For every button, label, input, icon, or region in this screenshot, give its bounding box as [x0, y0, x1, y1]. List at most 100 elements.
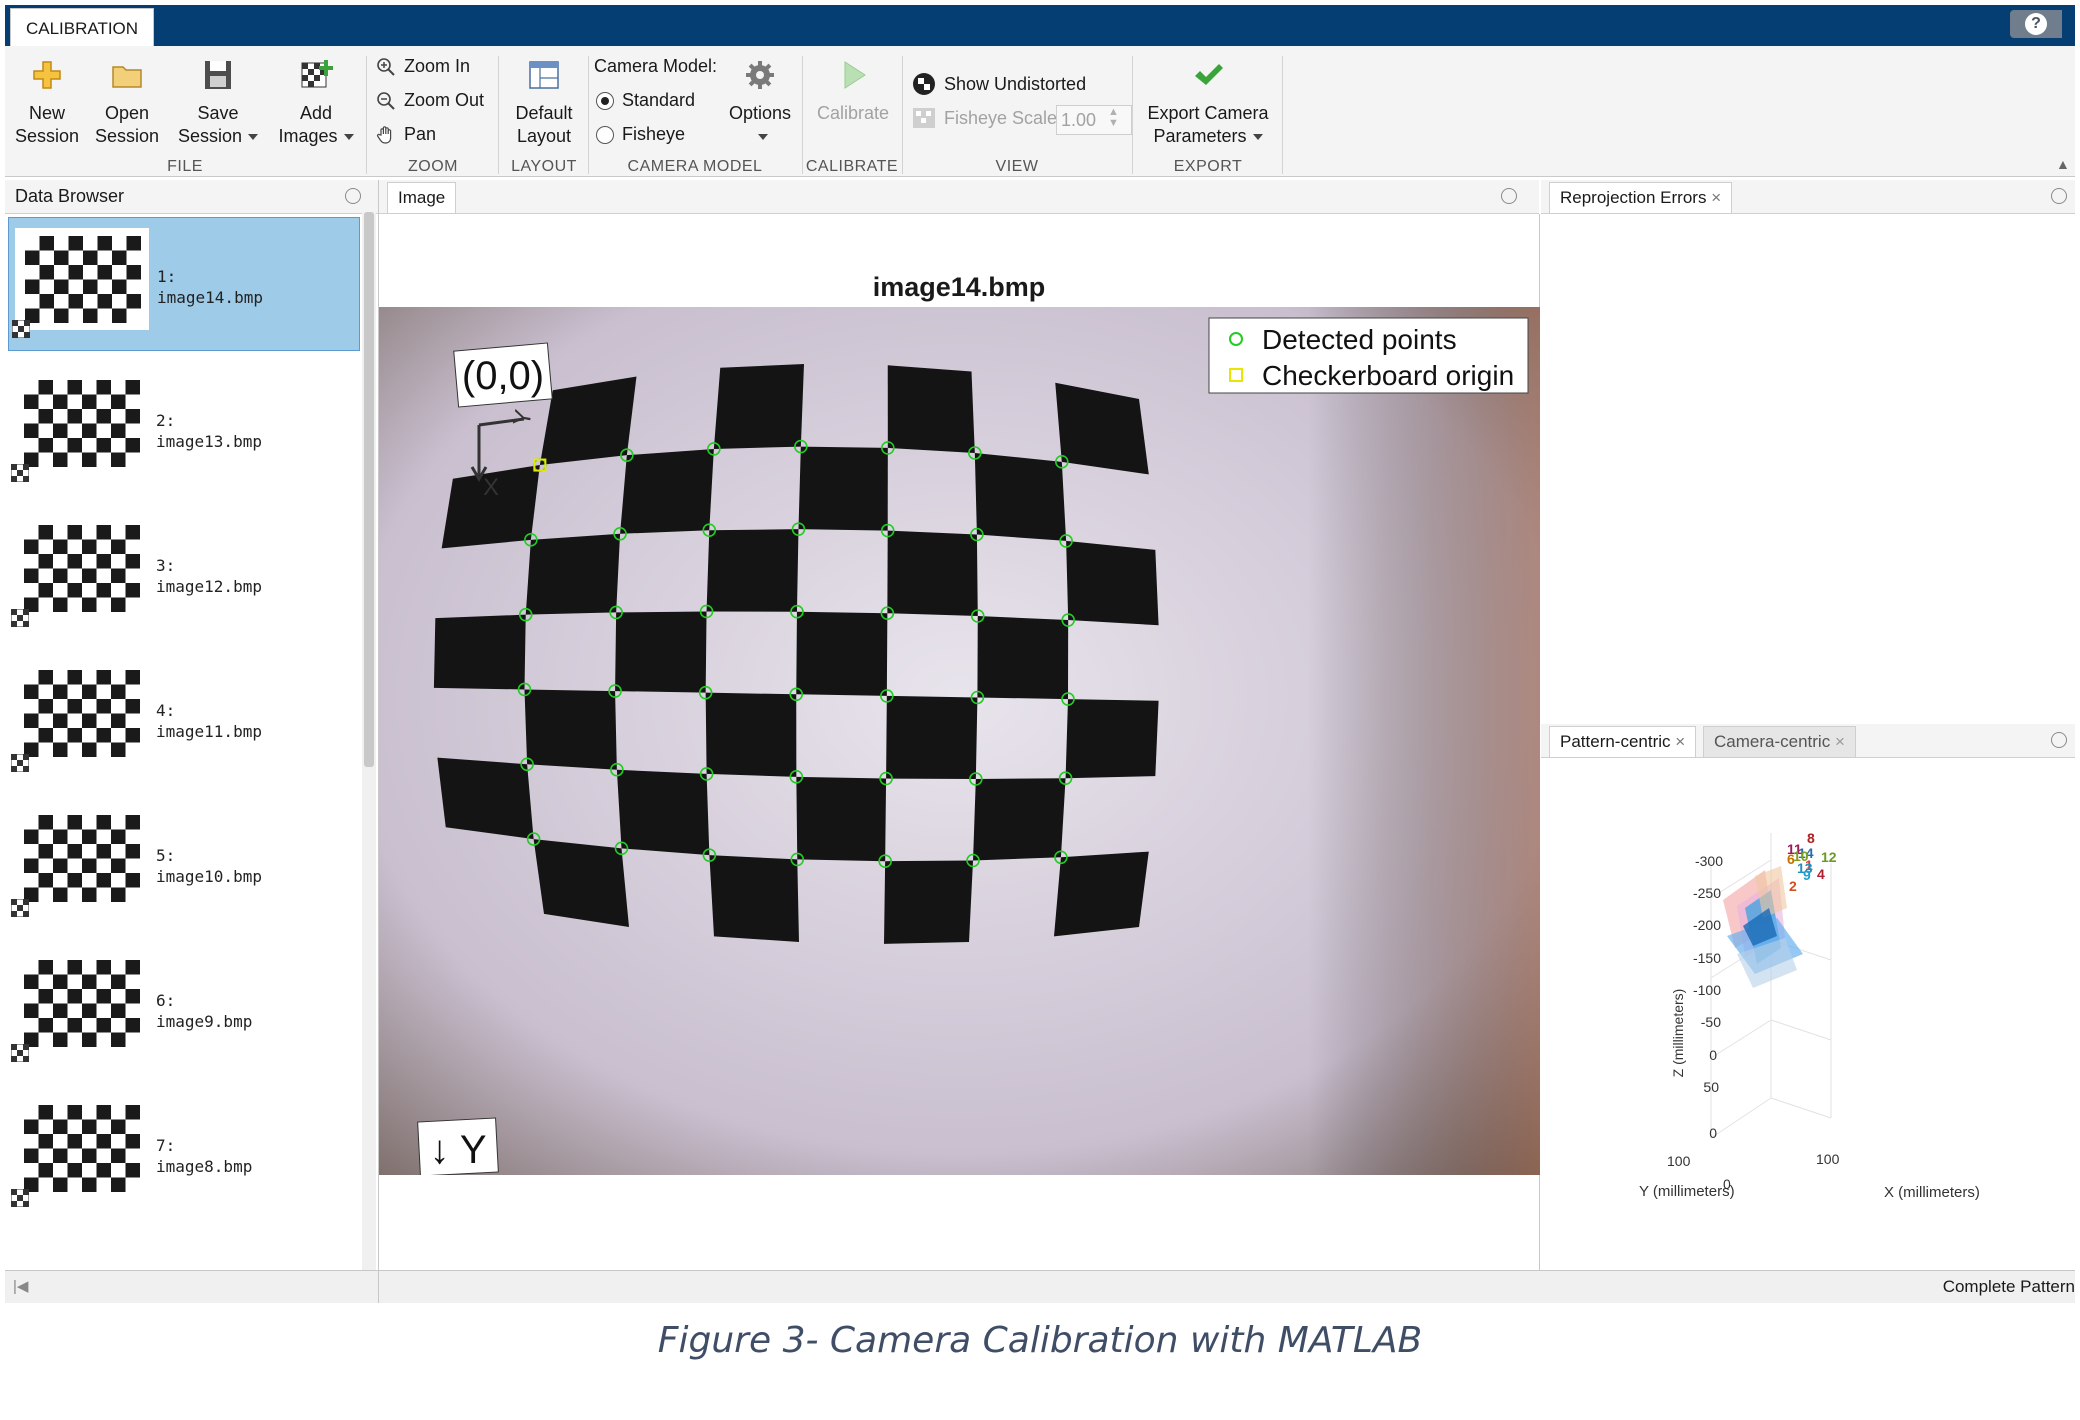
zoom-in-button[interactable]: Zoom In: [376, 56, 470, 77]
tab-reprojection-errors-label: Reprojection Errors: [1560, 188, 1707, 207]
tab-camera-centric[interactable]: Camera-centric ×: [1703, 726, 1856, 757]
tab-image[interactable]: Image: [387, 182, 457, 213]
checkerboard-image[interactable]: (0,0) Y X ↓ Y Detected points Checkerboa…: [379, 307, 1540, 1175]
thumb-square: [125, 670, 140, 685]
thumb-square: [82, 423, 97, 438]
panel-options-icon[interactable]: [345, 188, 361, 204]
thumb-square: [111, 394, 126, 409]
list-item[interactable]: 1: image14.bmp: [8, 217, 360, 351]
standard-radio[interactable]: Standard: [596, 90, 695, 111]
panel-options-icon[interactable]: [1501, 188, 1517, 204]
add-images-label-2-text: Images: [278, 126, 338, 146]
thumb-square: [125, 438, 140, 453]
export-camera-parameters-button[interactable]: Export Camera Parameters: [1138, 58, 1278, 148]
thumb-square: [111, 568, 126, 583]
thumb-square: [67, 409, 82, 424]
fisheye-radio[interactable]: Fisheye: [596, 124, 685, 145]
thumb-square: [38, 583, 53, 598]
thumb-square: [125, 1163, 140, 1178]
thumb-square: [53, 423, 68, 438]
thumb-square: [24, 568, 39, 583]
export-label-1: Export Camera: [1147, 103, 1269, 123]
checker-square: [977, 616, 1069, 700]
legend-detected-label: Detected points: [1262, 324, 1457, 355]
z-tick-label: -150: [1693, 950, 1721, 966]
help-button[interactable]: ?: [2010, 10, 2062, 38]
thumb-square: [126, 265, 141, 280]
thumb-square: [82, 597, 97, 612]
pan-button[interactable]: Pan: [376, 124, 436, 145]
chevron-down-icon: [248, 134, 259, 141]
panel-options-icon[interactable]: [2051, 732, 2067, 748]
thumb-square: [39, 265, 54, 280]
list-item-filename: image10.bmp: [156, 867, 262, 886]
close-icon[interactable]: ×: [1675, 732, 1685, 751]
thumb-square: [96, 873, 111, 888]
calibrate-button[interactable]: Calibrate: [808, 58, 898, 125]
thumb-square: [38, 554, 53, 569]
thumb-square: [96, 728, 111, 743]
export-label-2: Parameters: [1138, 125, 1278, 148]
new-session-button[interactable]: New Session: [12, 58, 82, 148]
panel-options-icon[interactable]: [2051, 188, 2067, 204]
thumb-square: [38, 1134, 53, 1149]
options-button[interactable]: Options: [720, 58, 800, 148]
save-session-button[interactable]: Save Session: [172, 58, 264, 148]
close-icon[interactable]: ×: [1835, 732, 1845, 751]
list-item[interactable]: 4: image11.bmp: [8, 652, 358, 784]
thumb-square: [97, 294, 112, 309]
thumbnail-image: [22, 1246, 152, 1270]
thumb-square: [54, 279, 69, 294]
list-item-index: 3:: [156, 556, 176, 575]
thumb-square: [125, 728, 140, 743]
checker-square: [713, 364, 804, 449]
thumb-square: [38, 699, 53, 714]
zoom-out-button[interactable]: Zoom Out: [376, 90, 484, 111]
thumb-square: [25, 279, 40, 294]
checker-square: [887, 530, 978, 616]
list-item[interactable]: 2: image13.bmp: [8, 362, 358, 494]
collapse-toolstrip-icon[interactable]: ▲: [2056, 156, 2070, 172]
thumb-square: [111, 974, 126, 989]
add-images-button[interactable]: Add Images: [270, 58, 362, 148]
thumb-square: [96, 989, 111, 1004]
tab-calibration[interactable]: CALIBRATION: [10, 8, 154, 47]
thumb-square: [82, 684, 97, 699]
checkerboard-badge-icon: [11, 464, 29, 482]
show-undistorted-button[interactable]: Show Undistorted: [912, 72, 1086, 96]
list-item[interactable]: 7: image8.bmp: [8, 1087, 358, 1219]
group-label-view: VIEW: [995, 158, 1039, 175]
scrollbar-thumb[interactable]: [364, 212, 374, 767]
thumb-square: [83, 279, 98, 294]
thumb-square: [96, 409, 111, 424]
thumb-square: [24, 423, 39, 438]
thumb-square: [67, 1105, 82, 1120]
z-ticks: -300 -250 -200 -150 -100 -50 0 50 0: [1693, 853, 1723, 1141]
list-item[interactable]: 3: image12.bmp: [8, 507, 358, 639]
x-axis-label: X (millimeters): [1884, 1184, 1980, 1201]
list-item-partial[interactable]: [22, 1246, 152, 1270]
open-session-label-1: Open: [104, 103, 150, 123]
data-browser-title: Data Browser: [15, 186, 125, 206]
list-item[interactable]: 6: image9.bmp: [8, 942, 358, 1074]
default-layout-button[interactable]: Default Layout: [504, 58, 584, 148]
thumb-square: [97, 265, 112, 280]
z-tick-label: -100: [1693, 982, 1721, 998]
collapse-left-icon[interactable]: |◀: [13, 1277, 28, 1295]
open-session-button[interactable]: Open Session: [90, 58, 164, 148]
fisheye-scale-input[interactable]: 1.00: [1056, 105, 1132, 135]
reprojection-panel-header: Reprojection Errors ×: [1541, 180, 2075, 214]
new-session-label-1: New: [28, 103, 65, 123]
close-icon[interactable]: ×: [1711, 188, 1721, 207]
thumb-square: [112, 279, 127, 294]
tab-reprojection-errors[interactable]: Reprojection Errors ×: [1549, 182, 1733, 213]
calibrate-label: Calibrate: [816, 103, 890, 123]
tab-pattern-centric[interactable]: Pattern-centric ×: [1549, 726, 1697, 757]
z-tick-label: -250: [1693, 885, 1721, 901]
list-item[interactable]: 5: image10.bmp: [8, 797, 358, 929]
thumb-square: [82, 1032, 97, 1047]
play-icon: [844, 61, 866, 89]
extrinsics-3d-plot[interactable]: 8 11 14 6 10 12 1 13 9 4 2 -300 -250 -20…: [1541, 758, 2075, 1270]
fisheye-scale-control: Fisheye Scale: [912, 106, 1057, 130]
spinner-arrows-icon[interactable]: ▲ ▼: [1108, 107, 1119, 129]
